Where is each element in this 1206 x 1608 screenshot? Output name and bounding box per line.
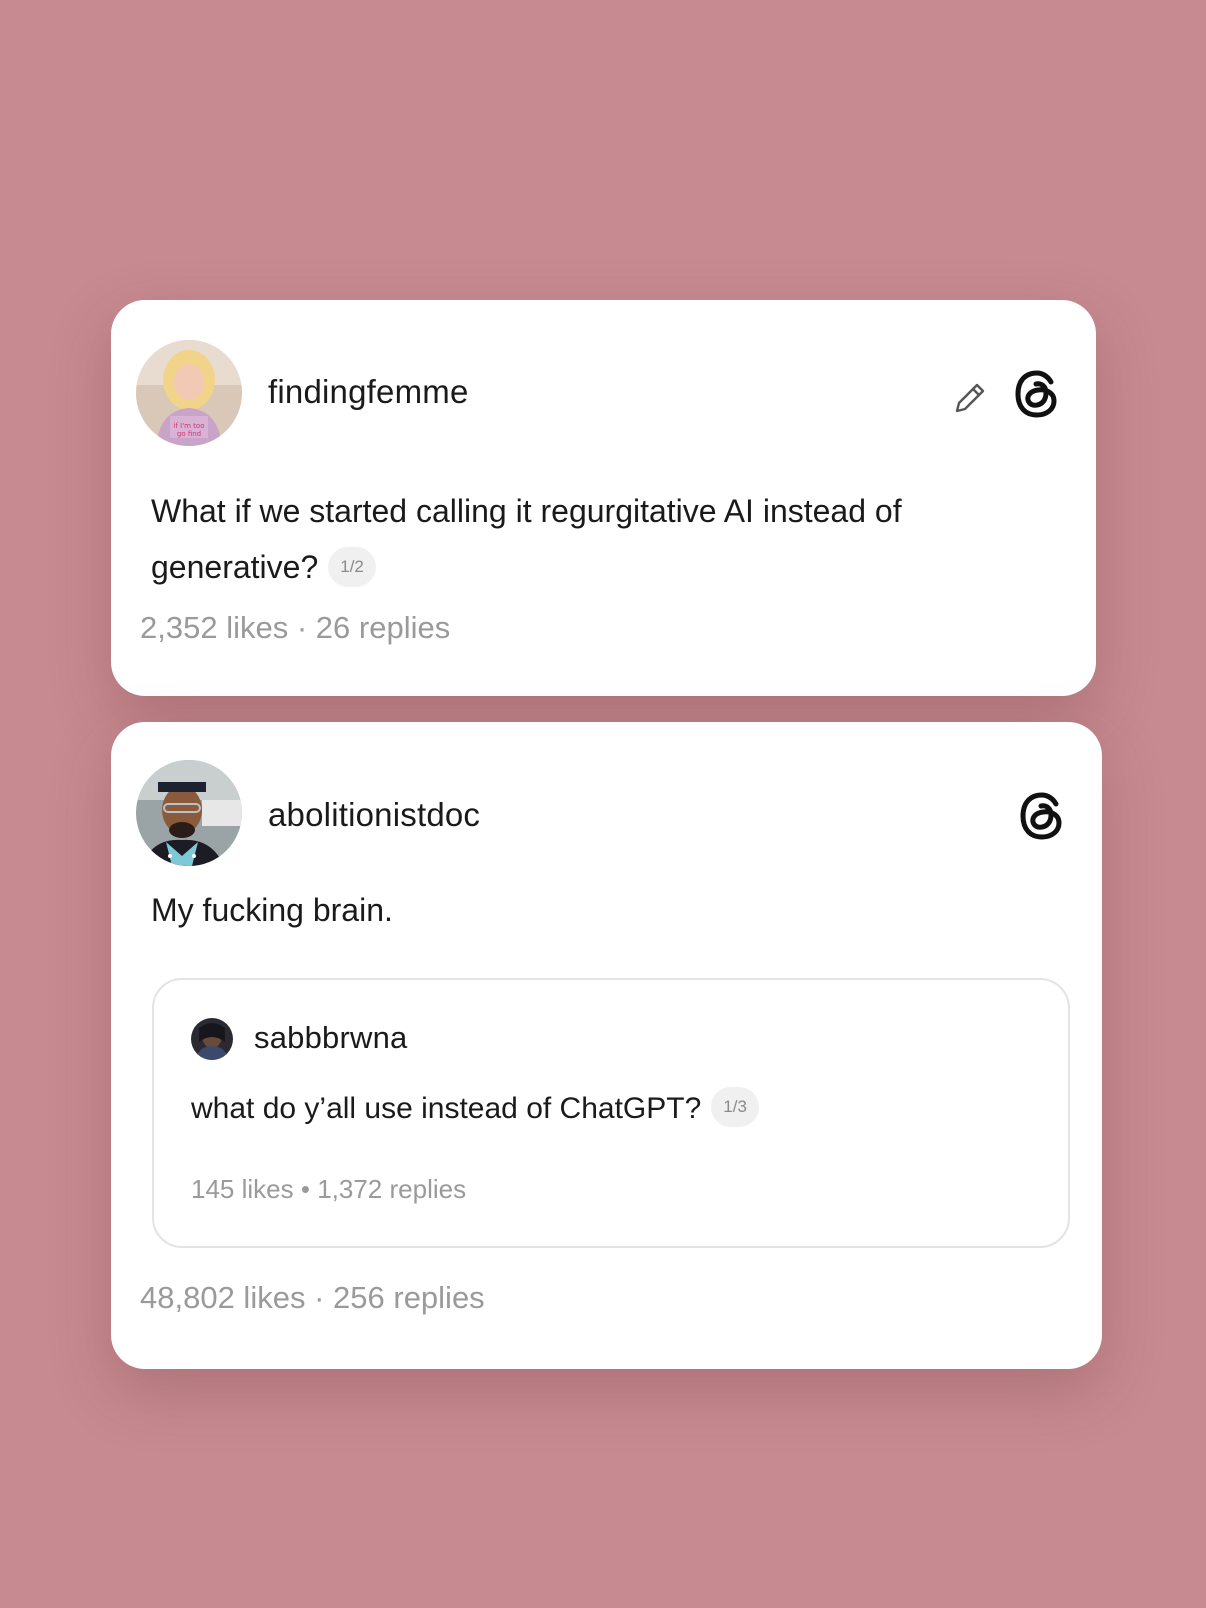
post-username[interactable]: abolitionistdoc: [268, 796, 480, 834]
post-stats: 48,802 likes · 256 replies: [140, 1280, 485, 1316]
quoted-stats: 145 likes • 1,372 replies: [191, 1174, 466, 1205]
avatar[interactable]: if I'm too go find: [136, 340, 242, 446]
threads-logo-icon[interactable]: [1016, 790, 1068, 842]
stats-separator: ·: [296, 610, 308, 645]
threads-screenshot-page: { "posts": [ { "username": "findingfemme…: [0, 0, 1206, 1608]
post-stats: 2,352 likes · 26 replies: [140, 610, 450, 646]
likes-count[interactable]: 2,352 likes: [140, 610, 288, 645]
svg-text:go find: go find: [177, 430, 201, 438]
svg-text:if I'm too: if I'm too: [174, 422, 205, 430]
threads-logo-icon[interactable]: [1011, 368, 1063, 420]
likes-count[interactable]: 48,802 likes: [140, 1280, 305, 1315]
post-username[interactable]: findingfemme: [268, 373, 469, 411]
pencil-icon[interactable]: [950, 378, 990, 418]
replies-count[interactable]: 1,372 replies: [317, 1174, 466, 1204]
avatar[interactable]: [136, 760, 242, 866]
thread-page-badge[interactable]: 1/3: [711, 1087, 759, 1128]
quoted-text: what do y’all use instead of ChatGPT? 1/3: [191, 1081, 1031, 1137]
replies-count[interactable]: 26 replies: [316, 610, 450, 645]
thread-page-badge[interactable]: 1/2: [328, 546, 376, 587]
post-card-findingfemme[interactable]: if I'm too go find findingfemme What if …: [111, 300, 1096, 696]
post-text: What if we started calling it regurgitat…: [151, 483, 1031, 595]
post-card-abolitionistdoc[interactable]: abolitionistdoc My fucking brain. sabbbr…: [111, 722, 1102, 1369]
avatar[interactable]: [191, 1018, 233, 1060]
post-body: My fucking brain.: [151, 892, 393, 928]
post-body: What if we started calling it regurgitat…: [151, 493, 902, 585]
stats-separator: •: [300, 1174, 310, 1204]
quoted-post[interactable]: sabbbrwna what do y’all use instead of C…: [152, 978, 1070, 1248]
quoted-body: what do y’all use instead of ChatGPT?: [191, 1092, 702, 1125]
quoted-username[interactable]: sabbbrwna: [254, 1020, 407, 1056]
likes-count[interactable]: 145 likes: [191, 1174, 294, 1204]
replies-count[interactable]: 256 replies: [333, 1280, 485, 1315]
stats-separator: ·: [314, 1280, 325, 1315]
